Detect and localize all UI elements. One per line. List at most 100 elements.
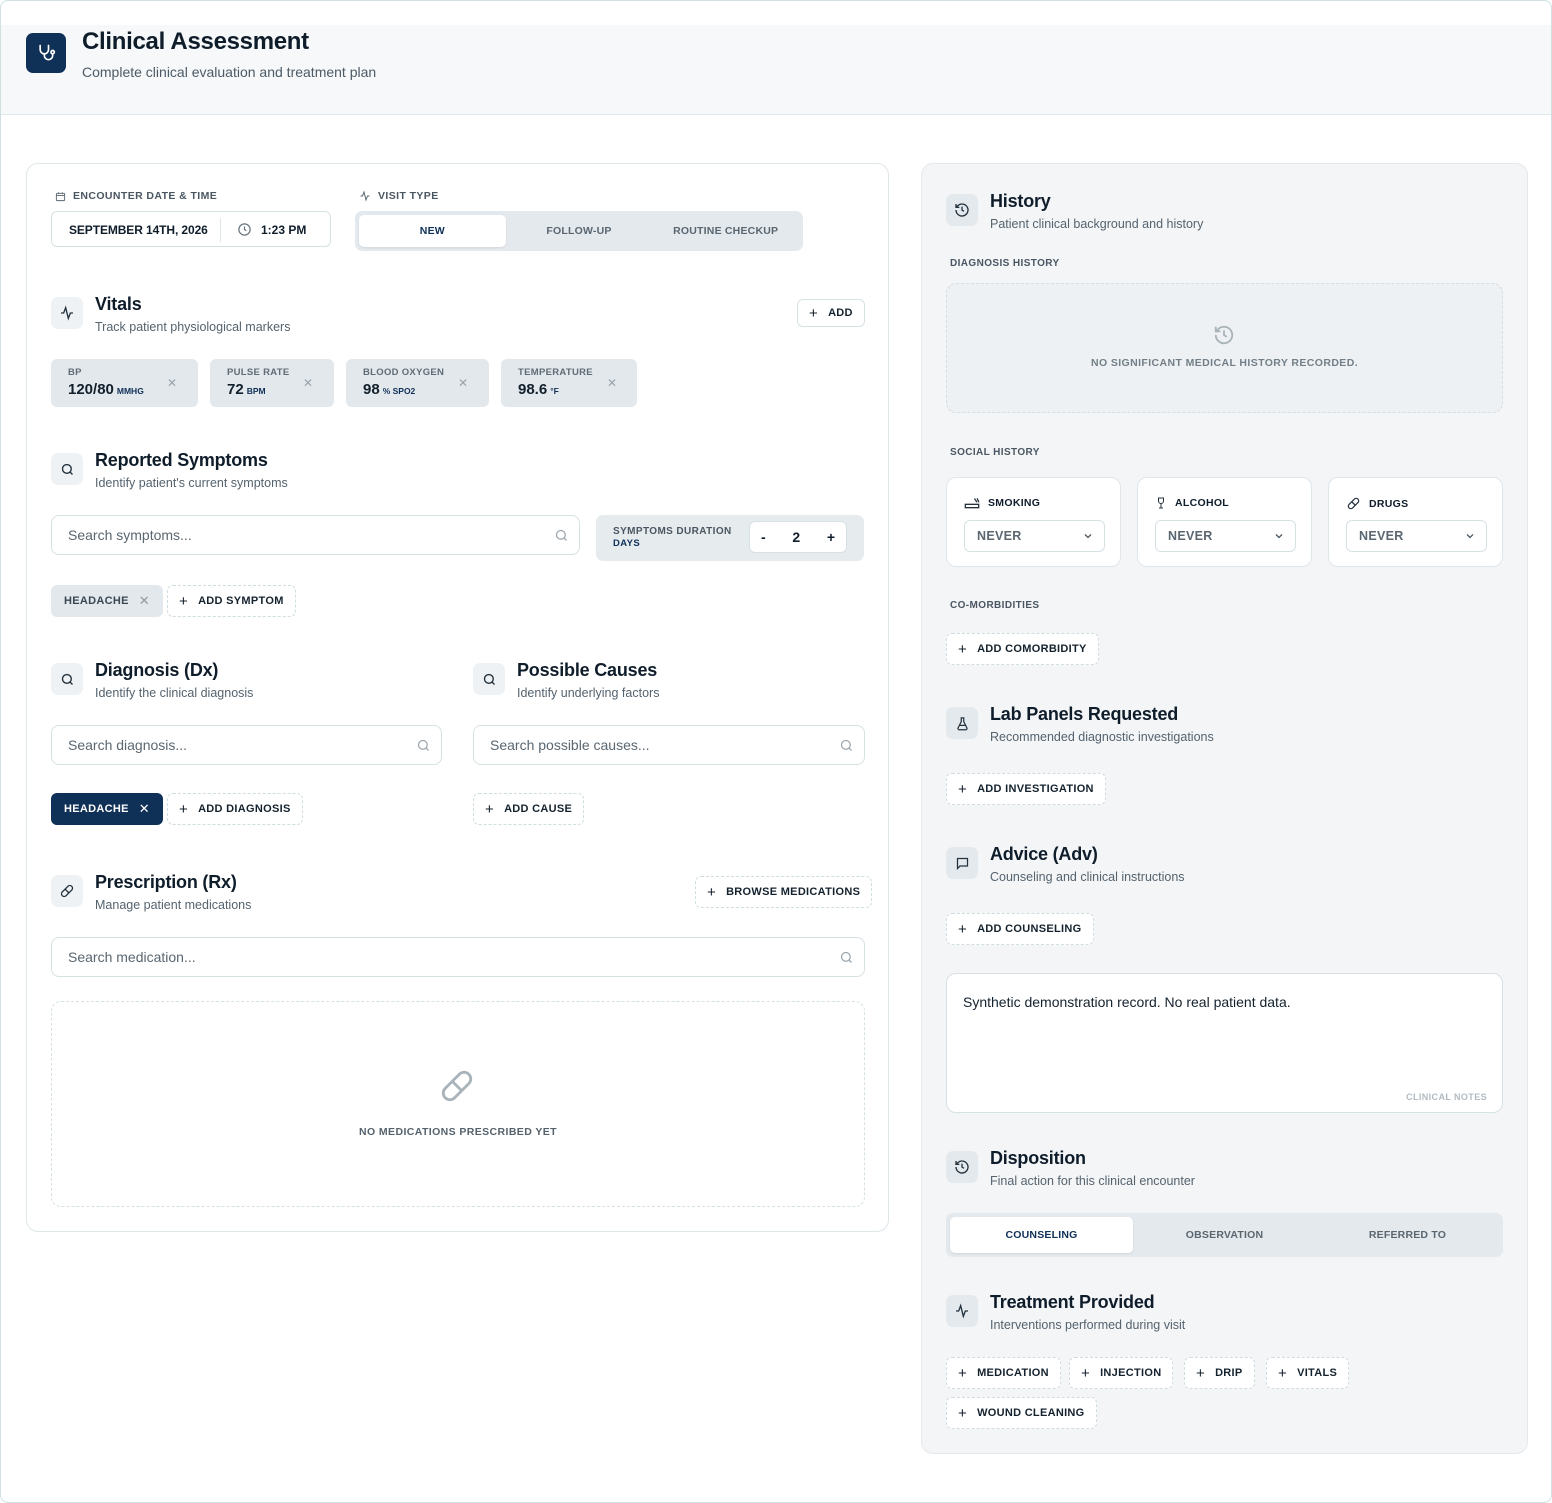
vital-label: BLOOD OXYGEN (363, 367, 445, 378)
causes-title: Possible Causes (517, 660, 658, 680)
vital-value: 72 BPM (227, 381, 266, 398)
encounter-time: 1:23 PM (261, 222, 307, 237)
vital-blood-oxygen[interactable]: BLOOD OXYGEN 98% SPO2 ✕ (346, 359, 489, 407)
search-icon (840, 739, 852, 751)
causes-subtitle: Identify underlying factors (517, 686, 660, 700)
search-icon (473, 663, 505, 695)
clinical-notes-textarea[interactable]: Synthetic demonstration record. No real … (946, 973, 1503, 1113)
visit-type-routine-checkup[interactable]: ROUTINE CHECKUP (652, 215, 799, 247)
social-smoking: SMOKING NEVER (946, 477, 1121, 567)
search-icon (417, 739, 429, 751)
visit-type-toggle: NEW FOLLOW-UP ROUTINE CHECKUP (355, 211, 803, 251)
encounter-datetime: SEPTEMBER 14TH, 2026 1:23 PM (51, 211, 331, 247)
comorbidities-label: CO-MORBIDITIES (950, 600, 1040, 611)
empty-message: NO MEDICATIONS PRESCRIBED YET (359, 1126, 557, 1138)
message-icon (946, 847, 978, 879)
remove-icon[interactable]: ✕ (139, 593, 150, 609)
vital-pulse-rate[interactable]: PULSE RATE 72 BPM ✕ (210, 359, 334, 407)
diagnosis-search-input[interactable]: Search diagnosis... (51, 725, 442, 765)
search-icon (555, 529, 567, 541)
plus-icon: + (1278, 1364, 1288, 1382)
history-icon (1213, 324, 1235, 351)
add-diagnosis-button[interactable]: + ADD DIAGNOSIS (167, 793, 303, 825)
vital-label: BP (68, 367, 82, 378)
treatment-injection-button[interactable]: + INJECTION (1069, 1357, 1174, 1389)
vital-bp[interactable]: BP 120/80 MMHG ✕ (51, 359, 198, 407)
remove-icon[interactable]: ✕ (139, 801, 150, 817)
disposition-title: Disposition (990, 1148, 1086, 1168)
plus-icon: + (958, 1364, 968, 1382)
visit-type-follow-up[interactable]: FOLLOW-UP (506, 215, 653, 247)
visit-type-new[interactable]: NEW (359, 215, 506, 247)
duration-label: SYMPTOMS DURATION (613, 526, 732, 537)
vital-temperature[interactable]: TEMPERATURE 98.6 °F ✕ (501, 359, 637, 407)
medication-search-input[interactable]: Search medication... (51, 937, 865, 977)
plus-icon: + (1196, 1364, 1206, 1382)
symptom-chip: HEADACHE ✕ (51, 585, 163, 617)
disposition-counseling[interactable]: COUNSELING (950, 1217, 1133, 1253)
duration-stepper[interactable]: - 2 + (749, 521, 847, 553)
encounter-label: ENCOUNTER DATE & TIME (55, 190, 217, 202)
empty-message: NO SIGNIFICANT MEDICAL HISTORY RECORDED. (1090, 357, 1359, 369)
remove-icon[interactable]: ✕ (167, 376, 177, 390)
chevron-down-icon (1084, 534, 1092, 539)
add-comorbidity-button[interactable]: + ADD COMORBIDITY (946, 633, 1099, 665)
visit-type-label: VISIT TYPE (359, 190, 439, 202)
chevron-down-icon (1275, 534, 1283, 539)
plus-icon: + (1081, 1364, 1091, 1382)
decrement-button[interactable]: - (761, 529, 766, 545)
alcohol-select[interactable]: NEVER (1155, 520, 1296, 552)
remove-icon[interactable]: ✕ (303, 376, 313, 390)
stethoscope-icon (26, 33, 66, 73)
encounter-time-field[interactable]: 1:23 PM (237, 222, 306, 237)
symptom-search-input[interactable]: Search symptoms... (51, 515, 580, 555)
add-symptom-button[interactable]: + ADD SYMPTOM (167, 585, 296, 617)
encounter-date[interactable]: SEPTEMBER 14TH, 2026 (69, 223, 208, 237)
prescription-subtitle: Manage patient medications (95, 898, 252, 912)
treatment-vitals-button[interactable]: + VITALS (1266, 1357, 1350, 1389)
activity-icon (360, 190, 370, 202)
social-alcohol: ALCOHOL NEVER (1137, 477, 1312, 567)
disposition-referred-to[interactable]: REFERRED TO (1316, 1217, 1499, 1253)
chevron-down-icon (1466, 534, 1474, 539)
disposition-observation[interactable]: OBSERVATION (1133, 1217, 1316, 1253)
remove-icon[interactable]: ✕ (607, 376, 617, 390)
diagnosis-chip: HEADACHE ✕ (51, 793, 163, 825)
social-drugs: DRUGS NEVER (1328, 477, 1503, 567)
duration-value[interactable]: 2 (792, 529, 800, 545)
flask-icon (946, 707, 978, 739)
add-counseling-button[interactable]: + ADD COUNSELING (946, 913, 1094, 945)
search-icon (51, 663, 83, 695)
remove-icon[interactable]: ✕ (458, 376, 468, 390)
activity-icon (946, 1295, 978, 1327)
app-frame: Clinical Assessment Complete clinical ev… (0, 0, 1552, 1503)
treatment-drip-button[interactable]: + DRIP (1184, 1357, 1255, 1389)
plus-icon: + (958, 1404, 968, 1422)
drugs-select[interactable]: NEVER (1346, 520, 1487, 552)
advice-title: Advice (Adv) (990, 844, 1098, 864)
labs-title: Lab Panels Requested (990, 704, 1179, 724)
symptoms-title: Reported Symptoms (95, 450, 268, 470)
vital-value: 98.6 °F (518, 381, 559, 398)
add-cause-button[interactable]: + ADD CAUSE (473, 793, 585, 825)
smoking-select[interactable]: NEVER (964, 520, 1105, 552)
causes-search-input[interactable]: Search possible causes... (473, 725, 865, 765)
treatment-medication-button[interactable]: + MEDICATION (946, 1357, 1061, 1389)
add-investigation-button[interactable]: + ADD INVESTIGATION (946, 773, 1106, 805)
history-subtitle: Patient clinical background and history (990, 217, 1204, 231)
vital-label: TEMPERATURE (518, 367, 593, 378)
advice-subtitle: Counseling and clinical instructions (990, 870, 1185, 884)
vital-label: PULSE RATE (227, 367, 290, 378)
page-title: Clinical Assessment (82, 28, 309, 55)
browse-medications-button[interactable]: + BROWSE MEDICATIONS (695, 876, 873, 908)
treatment-wound-cleaning-button[interactable]: + WOUND CLEANING (946, 1397, 1097, 1429)
increment-button[interactable]: + (827, 529, 835, 545)
history-icon (946, 1151, 978, 1183)
assessment-card: ENCOUNTER DATE & TIME SEPTEMBER 14TH, 20… (26, 163, 889, 1232)
vitals-activity-icon (51, 297, 83, 329)
add-vital-button[interactable]: + ADD (797, 299, 865, 327)
pill-icon (1347, 497, 1360, 510)
vitals-subtitle: Track patient physiological markers (95, 320, 291, 334)
symptoms-subtitle: Identify patient's current symptoms (95, 476, 288, 490)
cigarette-icon (964, 498, 980, 509)
